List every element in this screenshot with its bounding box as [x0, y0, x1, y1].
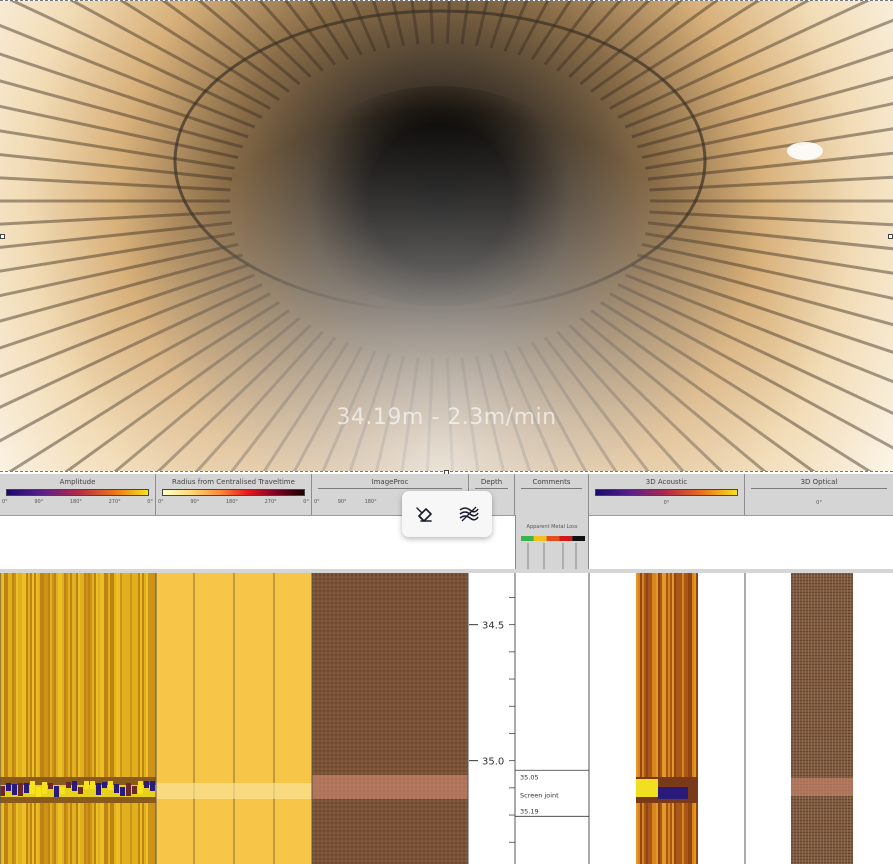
- depth-label: 35.0: [482, 757, 504, 768]
- imageproc-track: [312, 573, 468, 864]
- track-title: 3D Acoustic: [645, 478, 688, 486]
- depth-label: 34.5: [482, 621, 504, 632]
- tick-label: 180°: [69, 499, 82, 505]
- erase-button[interactable]: [413, 502, 437, 526]
- track-header-comments[interactable]: Comments: [515, 474, 589, 515]
- tick-label: 270°: [108, 499, 121, 505]
- tick-labels: 0° 90° 180° 270° 0°: [2, 499, 153, 505]
- legend-title: Apparent Metal Loss: [526, 524, 578, 530]
- tick-label: 0°: [147, 499, 153, 505]
- tick-label: 0°: [158, 499, 164, 505]
- eraser-icon: [416, 507, 432, 522]
- track-header-radius[interactable]: Radius from Centralised Traveltime 0° 90…: [156, 474, 312, 515]
- title-underline: [318, 488, 462, 489]
- track-header-3d-acoustic[interactable]: 3D Acoustic 0°: [589, 474, 745, 515]
- track-title: Comments: [532, 478, 571, 486]
- tick-label: 270°: [264, 499, 277, 505]
- track-title: Radius from Centralised Traveltime: [172, 478, 295, 486]
- title-underline: [475, 488, 508, 489]
- title-underline: [751, 488, 887, 489]
- resize-handle-right[interactable]: [888, 234, 893, 239]
- amplitude-colorbar: [6, 489, 149, 496]
- comment-end-depth: 35.19: [520, 807, 539, 815]
- radius-track: [156, 573, 312, 864]
- tick-label: 90°: [190, 499, 200, 505]
- comment-text: Screen joint: [520, 791, 559, 799]
- tick-label: 90°: [34, 499, 44, 505]
- tick-label: 0°: [314, 499, 320, 505]
- title-underline: [521, 488, 582, 489]
- track-header-3d-optical[interactable]: 3D Optical 0°: [745, 474, 893, 515]
- camera-view[interactable]: 34.19m - 2.3m/min: [0, 0, 893, 472]
- legend-swatch: [572, 536, 585, 541]
- tick-label: 0°: [816, 500, 822, 506]
- pattern-button[interactable]: [457, 502, 481, 526]
- legend-graphic: [521, 536, 585, 571]
- track-title: Depth: [480, 478, 503, 486]
- track-title: 3D Optical: [800, 478, 838, 486]
- track-title: ImageProc: [371, 478, 409, 486]
- depth-track: 34.5 35.0: [469, 573, 516, 864]
- amplitude-track: [0, 573, 156, 864]
- video-overlay-text: 34.19m - 2.3m/min: [336, 405, 557, 430]
- acoustic-colorbar: [595, 489, 738, 496]
- track-header-amplitude[interactable]: Amplitude 0° 90° 180° 270° 0°: [0, 474, 156, 515]
- tick-labels: 0° 90° 180°: [314, 499, 394, 505]
- tick-label: 0°: [303, 499, 309, 505]
- tick-label: 180°: [225, 499, 238, 505]
- tick-labels: 0° 90° 180° 270° 0°: [158, 499, 309, 505]
- tick-label: 0°: [663, 500, 670, 506]
- radius-colorbar: [162, 489, 305, 496]
- camera-frame: [0, 1, 893, 471]
- tick-label: 90°: [337, 499, 347, 505]
- acoustic-3d-track: [636, 573, 746, 864]
- tick-label: 0°: [2, 499, 8, 505]
- comment-start-depth: 35.05: [520, 773, 539, 781]
- legend-swatch: [533, 536, 547, 541]
- comments-track: 35.05 Screen joint 35.19: [515, 573, 590, 864]
- metal-loss-legend: Apparent Metal Loss: [515, 515, 589, 571]
- log-tracks-canvas: 34.5 35.0 35.05 Screen joint 35.19: [0, 573, 853, 864]
- track-title: Amplitude: [59, 478, 96, 486]
- optical-3d-track: [791, 573, 853, 864]
- legend-swatch: [559, 536, 573, 541]
- pattern-icon: [459, 506, 479, 522]
- floating-toolbar: [402, 491, 492, 537]
- tick-label: 180°: [364, 499, 377, 505]
- log-tracks[interactable]: 34.5 35.0 35.05 Screen joint 35.19: [0, 573, 893, 864]
- legend-swatch: [546, 536, 560, 541]
- legend-swatch: [521, 536, 534, 541]
- resize-handle-left[interactable]: [0, 234, 5, 239]
